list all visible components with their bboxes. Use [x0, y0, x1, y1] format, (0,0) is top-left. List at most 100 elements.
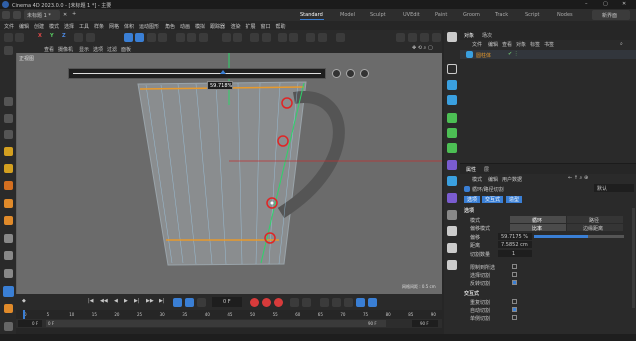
menu-item-4[interactable]: 选择	[64, 23, 74, 30]
window-close-button[interactable]: ✕	[622, 1, 626, 7]
edges-mode-icon[interactable]	[222, 33, 231, 42]
field-icon[interactable]	[447, 160, 457, 170]
checkbox[interactable]	[512, 272, 517, 277]
prev-key-button[interactable]: ◀◀	[100, 298, 108, 304]
attr-menu-mode[interactable]: 模式	[472, 176, 482, 183]
undo-icon[interactable]	[4, 33, 13, 42]
search-icon[interactable]	[4, 46, 13, 55]
redo-icon[interactable]	[15, 33, 24, 42]
prev-frame-button[interactable]: ◀	[114, 298, 118, 304]
object-mode-icon[interactable]	[4, 181, 13, 190]
current-frame-field[interactable]: 0 F	[212, 297, 242, 307]
checkbox[interactable]	[512, 264, 517, 269]
attr-nav-icons[interactable]: ← ↑ ⌕ ⊕	[568, 175, 588, 181]
playhead[interactable]	[23, 310, 25, 319]
menu-item-12[interactable]: 模拟	[195, 23, 205, 30]
primitive-cube-icon[interactable]	[447, 80, 457, 90]
layout-tab-model[interactable]: Model	[340, 12, 355, 18]
render-view-icon[interactable]	[318, 33, 327, 42]
object-menu-item-3[interactable]: 对象	[516, 41, 526, 48]
chevron-down-icon[interactable]	[13, 11, 21, 19]
hud-add-icon[interactable]	[346, 69, 355, 78]
layers-icon[interactable]	[4, 304, 13, 313]
loop-icon[interactable]	[173, 298, 182, 307]
scale-icon[interactable]	[4, 130, 13, 139]
hud-pause-icon[interactable]	[332, 69, 341, 78]
menu-item-2[interactable]: 创建	[34, 23, 44, 30]
timeline-settings-icon[interactable]	[368, 298, 377, 307]
move-icon[interactable]	[4, 97, 13, 106]
move-tool-icon[interactable]	[135, 33, 144, 42]
object-menu-item-4[interactable]: 标签	[530, 41, 540, 48]
object-menu-item-1[interactable]: 编辑	[488, 41, 498, 48]
polygons-mode-icon[interactable]	[233, 33, 242, 42]
mode-loop-button[interactable]: 循环	[510, 216, 566, 224]
menu-item-8[interactable]: 体积	[124, 23, 134, 30]
attr-scrollbar[interactable]	[632, 208, 635, 308]
points-mode-icon[interactable]	[199, 33, 208, 42]
menu-item-5[interactable]: 工具	[79, 23, 89, 30]
record-button[interactable]	[250, 298, 259, 307]
go-end-button[interactable]: ▶|	[159, 298, 165, 304]
object-status-icons[interactable]: ✔ ⋮	[508, 51, 519, 57]
hud-remove-icon[interactable]	[360, 69, 369, 78]
knife-icon[interactable]	[4, 164, 13, 173]
checkbox[interactable]	[512, 299, 517, 304]
viewport-layout-4-icon[interactable]	[432, 33, 441, 42]
window-minimize-button[interactable]: –	[585, 1, 588, 7]
axis-z-toggle[interactable]: Z	[62, 33, 66, 39]
viewport-layout-3-icon[interactable]	[420, 33, 429, 42]
menu-item-0[interactable]: 文件	[4, 23, 14, 30]
start-frame-field[interactable]: 0 F	[18, 320, 42, 327]
text-icon[interactable]	[447, 95, 457, 105]
volume-icon[interactable]	[447, 193, 457, 203]
new-layout-button[interactable]: 新界面	[592, 10, 630, 20]
menu-item-7[interactable]: 网格	[109, 23, 119, 30]
tab-layers[interactable]: 层	[484, 166, 489, 173]
object-mode-icon[interactable]	[176, 33, 185, 42]
subtab-modeling[interactable]: 造型	[506, 196, 523, 203]
key-rotation-icon[interactable]	[302, 298, 311, 307]
workplane-icon[interactable]	[278, 33, 287, 42]
tag-icon[interactable]	[447, 260, 457, 270]
object-search-icon[interactable]: ⌕	[620, 41, 623, 47]
cut-count-field[interactable]: 1	[498, 250, 532, 257]
next-frame-button[interactable]: ▶|	[134, 298, 140, 304]
window-maximize-button[interactable]: ▢	[603, 1, 608, 7]
offset-ratio-button[interactable]: 比率	[510, 224, 566, 232]
object-menu-item-2[interactable]: 查看	[502, 41, 512, 48]
play-button[interactable]: ▶	[124, 298, 128, 304]
checkbox[interactable]	[512, 280, 517, 285]
mode-path-button[interactable]: 路径	[567, 216, 623, 224]
viewport-menu-item-0[interactable]: 查看	[44, 46, 54, 53]
viewport-nav-icons[interactable]: ✥ ⟲ ⌕ ▢	[412, 45, 433, 51]
uv-mode-icon[interactable]	[250, 33, 259, 42]
attr-menu-edit[interactable]: 编辑	[488, 176, 498, 183]
menu-item-17[interactable]: 帮助	[276, 23, 286, 30]
brush-icon[interactable]	[4, 147, 13, 156]
object-menu-item-0[interactable]: 文件	[472, 41, 482, 48]
magnet-icon[interactable]	[4, 269, 13, 278]
scale-tool-icon[interactable]	[147, 33, 156, 42]
subtab-options[interactable]: 选项	[464, 196, 481, 203]
attr-mode-select[interactable]: 默认	[594, 184, 634, 192]
layout-tab-groom[interactable]: Groom	[463, 12, 480, 18]
texture-mode-icon[interactable]	[187, 33, 196, 42]
object-menu-item-5[interactable]: 书签	[544, 41, 554, 48]
tab-objects[interactable]: 对象	[464, 32, 474, 39]
viewport-menu-item-3[interactable]: 选项	[93, 46, 103, 53]
uv-icon[interactable]	[4, 251, 13, 260]
layout-tab-nodes[interactable]: Nodes	[557, 12, 573, 18]
go-start-button[interactable]: |◀	[88, 298, 94, 304]
key-position-icon[interactable]	[290, 298, 299, 307]
motion-mode-icon[interactable]	[356, 298, 365, 307]
offset-slider[interactable]	[534, 235, 624, 238]
menu-item-9[interactable]: 运动图形	[139, 23, 159, 30]
add-tab-icon[interactable]: +	[72, 11, 76, 17]
polygons-icon[interactable]	[4, 234, 13, 243]
rotate-icon[interactable]	[4, 114, 13, 123]
solo-mode-icon[interactable]	[262, 33, 271, 42]
render-region-icon[interactable]	[306, 33, 315, 42]
offset-edge-distance-button[interactable]: 边缘距离	[567, 224, 623, 232]
timeline-icon[interactable]	[4, 322, 13, 331]
